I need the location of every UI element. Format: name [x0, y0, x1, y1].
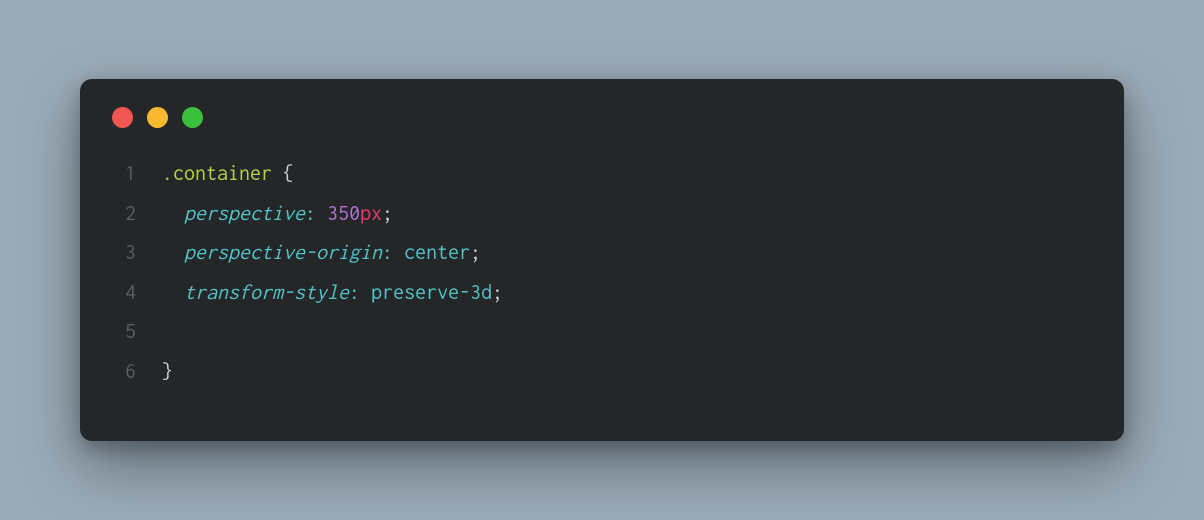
token-colon: :	[349, 281, 360, 304]
token-plain	[316, 202, 327, 225]
token-plain	[360, 281, 371, 304]
token-num: 350	[327, 202, 360, 225]
line-number: 2	[110, 194, 136, 234]
token-unit: px	[360, 202, 382, 225]
code-line: 6}	[110, 352, 1094, 392]
token-semi: ;	[470, 241, 481, 264]
code-line: 4 transform-style: preserve-3d;	[110, 273, 1094, 313]
token-semi: ;	[382, 202, 393, 225]
token-plain	[393, 241, 404, 264]
code-window: 1.container {2 perspective: 350px;3 pers…	[80, 79, 1124, 441]
line-number: 1	[110, 154, 136, 194]
line-content: .container {	[162, 154, 294, 194]
line-content: perspective-origin: center;	[162, 233, 481, 273]
token-colon: :	[305, 202, 316, 225]
maximize-icon[interactable]	[182, 107, 203, 128]
token-prop: perspective-origin	[184, 241, 382, 264]
token-colon: :	[382, 241, 393, 264]
code-line: 2 perspective: 350px;	[110, 194, 1094, 234]
line-number: 3	[110, 233, 136, 273]
token-brace: {	[283, 162, 294, 185]
line-number: 5	[110, 312, 136, 352]
token-semi: ;	[492, 281, 503, 304]
line-content: perspective: 350px;	[162, 194, 393, 234]
token-val: center	[404, 241, 470, 264]
code-block: 1.container {2 perspective: 350px;3 pers…	[110, 154, 1094, 392]
token-brace: }	[162, 360, 173, 383]
token-prop: transform-style	[184, 281, 349, 304]
code-line: 3 perspective-origin: center;	[110, 233, 1094, 273]
token-plain	[162, 202, 184, 225]
token-plain	[272, 162, 283, 185]
close-icon[interactable]	[112, 107, 133, 128]
line-number: 4	[110, 273, 136, 313]
line-content: }	[162, 352, 173, 392]
line-content: transform-style: preserve-3d;	[162, 273, 503, 313]
code-line: 5	[110, 312, 1094, 352]
traffic-lights	[112, 107, 1094, 128]
token-prop: perspective	[184, 202, 305, 225]
code-line: 1 .container {	[110, 154, 1094, 194]
minimize-icon[interactable]	[147, 107, 168, 128]
token-selector: .container	[162, 162, 272, 185]
token-plain	[162, 241, 184, 264]
token-val: preserve-3d	[371, 281, 492, 304]
token-plain	[162, 281, 184, 304]
line-number: 6	[110, 352, 136, 392]
